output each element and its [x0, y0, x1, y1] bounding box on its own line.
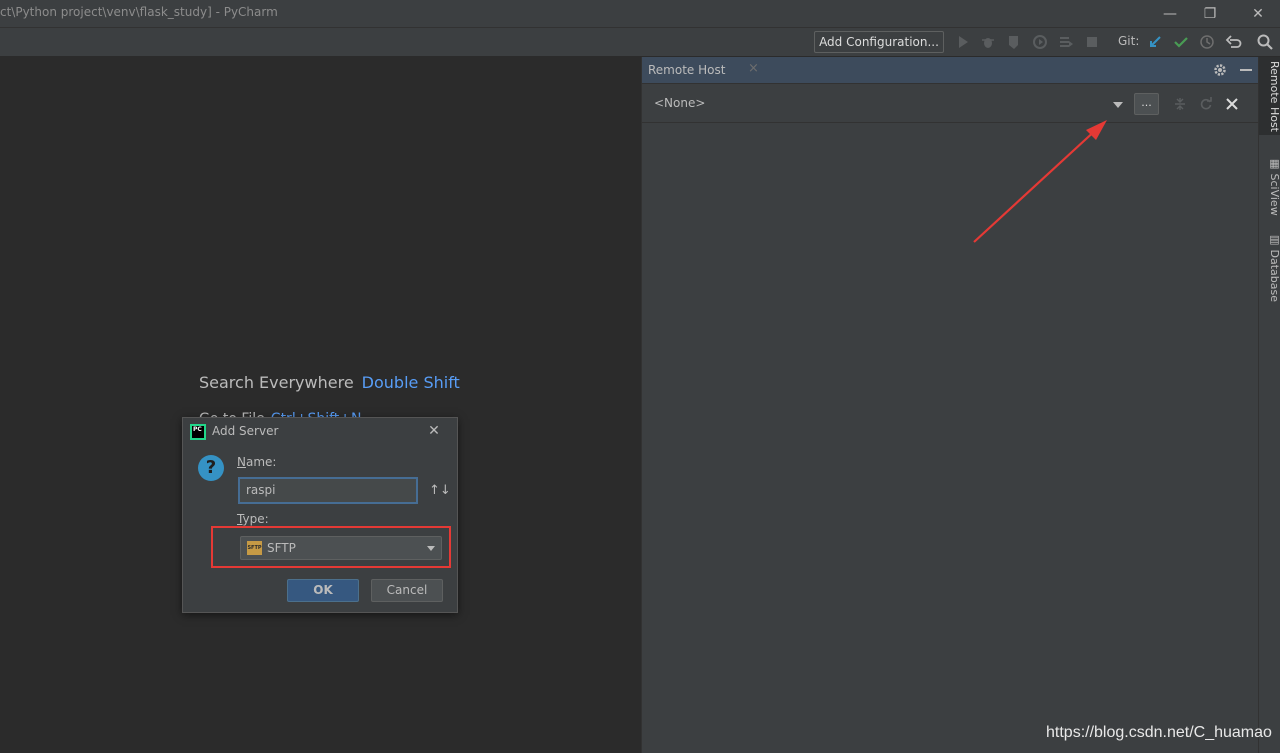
- main-toolbar: Add Configuration... Git:: [0, 28, 1280, 57]
- close-window-button[interactable]: ✕: [1236, 0, 1280, 28]
- minus-icon[interactable]: [1239, 63, 1253, 77]
- remote-host-selector-bar: <None> ...: [642, 85, 1259, 123]
- pycharm-logo-icon: PC: [190, 424, 206, 440]
- database-icon: ▤: [1268, 233, 1280, 250]
- browse-servers-button[interactable]: ...: [1134, 93, 1159, 115]
- stripe-tab-sciview[interactable]: ▦ SciView: [1259, 153, 1280, 216]
- stop-icon[interactable]: [1083, 33, 1101, 51]
- concurrency-icon[interactable]: [1057, 33, 1075, 51]
- type-label: Type:: [237, 512, 269, 526]
- stripe-tab-database[interactable]: ▤ Database: [1259, 229, 1280, 302]
- dialog-header: PC Add Server ✕: [183, 418, 457, 446]
- sciview-icon: ▦: [1268, 157, 1280, 174]
- cancel-button[interactable]: Cancel: [371, 579, 443, 602]
- remote-host-header: Remote Host ×: [642, 57, 1259, 84]
- tab-close-icon[interactable]: ×: [748, 61, 759, 76]
- git-rollback-icon[interactable]: [1224, 33, 1242, 51]
- dialog-close-button[interactable]: ✕: [424, 421, 444, 441]
- gear-icon[interactable]: [1213, 63, 1227, 77]
- remote-host-panel: Remote Host × <None> ...: [641, 57, 1259, 753]
- watermark-text: https://blog.csdn.net/C_huamao: [1046, 724, 1272, 741]
- add-configuration-button[interactable]: Add Configuration...: [814, 31, 944, 53]
- minimize-button[interactable]: —: [1148, 0, 1192, 28]
- debug-icon[interactable]: [979, 33, 997, 51]
- add-server-dialog: PC Add Server ✕ ? Name: raspi ↑↓ Type: S…: [182, 417, 458, 613]
- coverage-icon[interactable]: [1005, 33, 1023, 51]
- annotation-arrow: [973, 120, 1107, 243]
- question-icon: ?: [198, 455, 224, 481]
- run-icon[interactable]: [954, 33, 972, 51]
- sort-icon[interactable]: ↑↓: [429, 483, 451, 498]
- window-title: ct\Python project\venv\flask_study] - Py…: [0, 5, 278, 19]
- restore-button[interactable]: ❐: [1188, 0, 1232, 28]
- title-bar: ct\Python project\venv\flask_study] - Py…: [0, 0, 1280, 28]
- name-label: Name:: [237, 455, 277, 469]
- remote-host-tab[interactable]: Remote Host: [648, 63, 725, 77]
- search-everywhere-hint: Search Everywhere Double Shift: [199, 373, 460, 392]
- right-tool-stripe: Remote Host ▦ SciView ▤ Database: [1258, 57, 1280, 753]
- git-history-icon[interactable]: [1198, 33, 1216, 51]
- server-name-input[interactable]: raspi: [238, 477, 418, 504]
- host-selector[interactable]: <None>: [654, 96, 705, 110]
- ok-button[interactable]: OK: [287, 579, 359, 602]
- annotation-highlight-box: [211, 526, 451, 568]
- close-icon[interactable]: [1225, 97, 1239, 111]
- search-icon[interactable]: [1256, 33, 1274, 51]
- dialog-title: Add Server: [212, 424, 279, 438]
- git-update-icon[interactable]: [1146, 33, 1164, 51]
- collapse-icon[interactable]: [1173, 97, 1187, 111]
- editor-empty-area: Search EverywhereDouble Shift Go to File…: [0, 57, 641, 753]
- refresh-icon[interactable]: [1199, 97, 1213, 111]
- profile-icon[interactable]: [1031, 33, 1049, 51]
- chevron-down-icon[interactable]: [1113, 102, 1123, 108]
- git-label: Git:: [1118, 34, 1140, 48]
- stripe-tab-remote-host[interactable]: Remote Host: [1259, 57, 1280, 135]
- pycharm-window: ct\Python project\venv\flask_study] - Py…: [0, 0, 1280, 753]
- git-commit-icon[interactable]: [1172, 33, 1190, 51]
